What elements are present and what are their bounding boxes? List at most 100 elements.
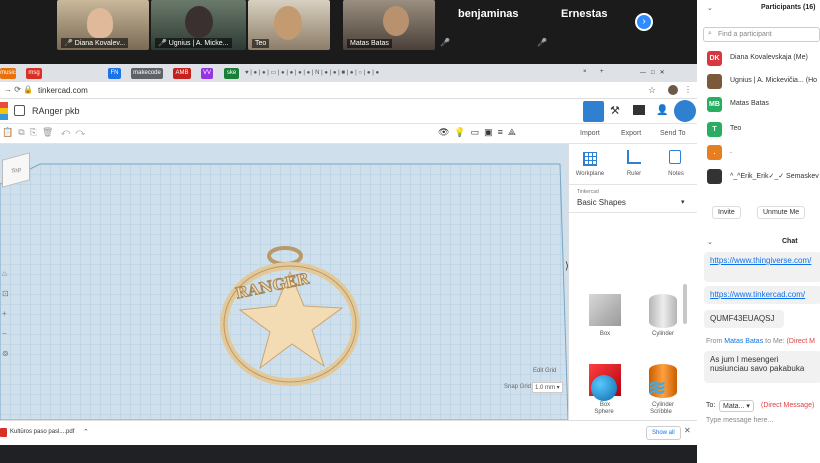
ruler-label[interactable]: Ruler: [616, 171, 652, 177]
participant-name-tile[interactable]: Ernestas: [561, 8, 607, 20]
chevron-down-icon[interactable]: ▾: [681, 198, 685, 206]
download-file[interactable]: Kultūros paso pasl....pdf: [10, 429, 74, 435]
box-hole-shape[interactable]: [589, 294, 621, 326]
view-tools[interactable]: 👁 💡 ▭ ▣ ≡ ⟁: [438, 127, 516, 138]
tinkercad-logo[interactable]: [0, 102, 8, 120]
to-label: To:: [706, 402, 716, 409]
video-strip: 🎤 Diana Kovalev... 🎤 Ugnius | A. Micke... …: [0, 0, 700, 52]
participant-search[interactable]: ⌕ Find a participant: [703, 27, 820, 42]
shape-label: Cylinder: [651, 402, 674, 408]
tab[interactable]: music: [0, 68, 16, 79]
participant-name: Ugnius | A. Mickevičia... (Ho: [730, 77, 818, 84]
tab-strip-icons[interactable]: ♥ | ● | ● | ▭ | ● | ● | ● | ● | N | ● | …: [245, 69, 379, 76]
send-to-button[interactable]: Send To: [660, 130, 686, 137]
sphere-shape[interactable]: [591, 375, 617, 401]
recipient-select[interactable]: Mata... ▾: [719, 400, 754, 412]
import-button[interactable]: Import: [580, 130, 600, 137]
shape-label: Box: [599, 402, 611, 408]
video-tile[interactable]: Matas Batas: [343, 0, 435, 50]
library-select[interactable]: Basic Shapes: [577, 198, 626, 207]
participant-row[interactable]: MB Matas Batas: [697, 95, 820, 115]
scribble-shape[interactable]: ≋: [648, 375, 666, 401]
shapes-panel: Workplane Ruler Notes Tinkercad Basic Sh…: [568, 144, 698, 420]
next-page-button[interactable]: ›: [635, 13, 653, 31]
participant-name-tile[interactable]: benjaminas: [458, 8, 519, 20]
star-icon[interactable]: ☆: [648, 85, 656, 96]
search-icon: ⌕: [708, 30, 712, 37]
tinkercad-toolbar: 📋 ⧉ ⎘ 🗑 ↶ ↷ 👁 💡 ▭ ▣ ≡ ⟁ Import Export Se…: [0, 124, 697, 144]
cylinder-hole-shape[interactable]: [649, 294, 677, 328]
lesson-icon[interactable]: [633, 105, 645, 115]
participant-row[interactable]: Ugnius | A. Mickevičia... (Ho: [697, 72, 820, 92]
shape-label: Box: [599, 331, 611, 337]
video-tile[interactable]: 🎤 Ugnius | A. Micke...: [151, 0, 246, 50]
edit-grid-button[interactable]: Edit Grid: [533, 368, 556, 374]
chat-input[interactable]: Type message here...: [706, 417, 773, 424]
nav-icons[interactable]: → ⟳ 🔒: [4, 85, 33, 94]
person-silhouette: [383, 6, 409, 36]
show-all-button[interactable]: Show all: [646, 426, 681, 440]
participant-row[interactable]: DK Diana Kovalevskaja (Me): [697, 49, 820, 69]
browser-window: music msg FN makecode AMB VV ske ♥ | ● |…: [0, 64, 698, 463]
tab-bar: music msg FN makecode AMB VV ske ♥ | ● |…: [0, 64, 697, 82]
taskbar: [0, 445, 697, 463]
chat-message[interactable]: https://www.thingiverse.com/: [704, 252, 820, 282]
new-tab-icon[interactable]: +: [600, 69, 604, 75]
user-avatar[interactable]: [674, 100, 696, 122]
workplane-label[interactable]: Workplane: [572, 171, 608, 177]
invite-button[interactable]: Invite: [712, 206, 741, 219]
chevron-down-icon[interactable]: ⌄: [707, 238, 713, 246]
snap-grid-label: Snap Grid: [504, 384, 532, 390]
library-caption: Tinkercad: [577, 189, 599, 195]
menu-icon[interactable]: ⋮: [684, 85, 692, 94]
shape-label: Scribble: [650, 409, 672, 415]
ranger-pendant-model[interactable]: [220, 244, 370, 394]
chevron-up-icon[interactable]: ⌃: [83, 428, 89, 436]
scrollbar[interactable]: [683, 284, 687, 324]
tab[interactable]: msg: [26, 68, 42, 79]
participant-row[interactable]: ^_^Erik_Erik✓_✓ Semaskev: [697, 167, 820, 187]
active-tab-close-icon[interactable]: ×: [583, 69, 587, 75]
ruler-icon[interactable]: [627, 150, 641, 164]
snap-grid-select[interactable]: 1.0 mm ▾: [532, 382, 563, 393]
video-tile-name: Teo: [252, 39, 270, 48]
tab[interactable]: FN: [108, 68, 121, 79]
avatar: [707, 74, 722, 89]
workplane-icon[interactable]: [583, 152, 597, 166]
unmute-button[interactable]: Unmute Me: [757, 206, 806, 219]
design-title[interactable]: RAnger pkb: [32, 106, 80, 116]
chat-message[interactable]: QUMF43EUAQSJ: [704, 310, 784, 328]
close-icon[interactable]: ✕: [684, 426, 691, 435]
shape-label: Sphere: [594, 409, 614, 415]
tab[interactable]: VV: [201, 68, 213, 79]
3d-view-icon[interactable]: [583, 101, 604, 122]
participant-row[interactable]: . .: [697, 143, 820, 163]
tab[interactable]: ske: [224, 68, 239, 79]
tab[interactable]: makecode: [131, 68, 163, 79]
video-tile[interactable]: 🎤 Diana Kovalev...: [57, 0, 149, 50]
zoom-controls[interactable]: ⌂ ⊡ + − ⊚: [2, 264, 9, 364]
participant-row[interactable]: T Teo: [697, 120, 820, 140]
profile-avatar[interactable]: [668, 85, 678, 95]
add-user-icon[interactable]: 👤: [656, 105, 668, 116]
url-text[interactable]: tinkercad.com: [38, 86, 88, 95]
chevron-down-icon[interactable]: ⌄: [707, 4, 713, 12]
window-controls[interactable]: — □ ✕: [640, 69, 665, 76]
chat-message[interactable]: https://www.tinkercad.com/: [704, 286, 820, 304]
tab[interactable]: AMB: [173, 68, 191, 79]
participant-name: Matas Batas: [730, 100, 769, 107]
3d-viewport[interactable]: RANGER Top ⌂ ⊡ + − ⊚ Edit Grid Snap Grid 1.0…: [0, 144, 568, 420]
search-input[interactable]: Find a participant: [718, 31, 772, 38]
notes-icon[interactable]: [669, 150, 681, 164]
export-button[interactable]: Export: [621, 130, 641, 137]
chat-link[interactable]: https://www.tinkercad.com/: [710, 290, 805, 299]
person-silhouette: [87, 8, 113, 38]
build-icon[interactable]: ⚒: [610, 104, 620, 117]
chat-link[interactable]: https://www.thingiverse.com/: [710, 256, 811, 265]
edit-tools[interactable]: 📋 ⧉ ⎘ 🗑 ↶ ↷: [2, 127, 85, 138]
address-bar[interactable]: → ⟳ 🔒 tinkercad.com ☆ ⋮: [0, 82, 697, 99]
design-list-icon[interactable]: [14, 105, 25, 116]
chat-message[interactable]: As jum I mesengeri nusiunciau savo pakab…: [704, 351, 820, 383]
notes-label[interactable]: Notes: [658, 171, 694, 177]
video-tile[interactable]: Teo: [248, 0, 330, 50]
